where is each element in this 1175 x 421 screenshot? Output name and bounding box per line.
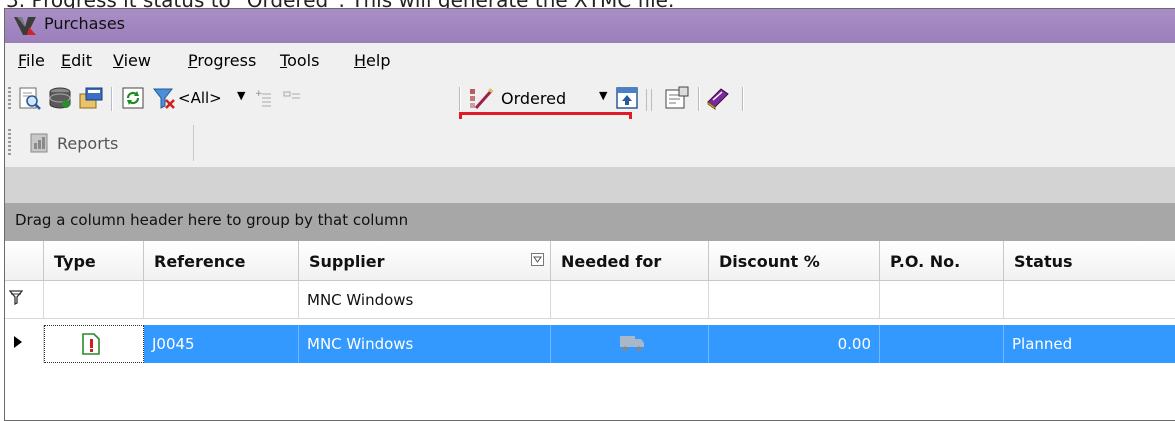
toolbar-separator (111, 87, 112, 111)
filter-supplier[interactable]: MNC Windows (299, 281, 551, 319)
refresh-icon[interactable] (121, 86, 145, 110)
column-header-discount[interactable]: Discount % (709, 241, 880, 281)
print-preview-icon[interactable] (18, 86, 42, 110)
menu-progress[interactable]: Progress (188, 51, 256, 70)
table-row-type-cell[interactable] (44, 325, 144, 363)
purchases-grid: Type Reference Supplier Needed for Disco… (5, 241, 1175, 420)
reports-button[interactable]: Reports (21, 125, 194, 161)
properties-icon[interactable] (664, 86, 690, 110)
filter-row-indicator (5, 281, 44, 319)
notes-book-icon[interactable] (705, 86, 731, 110)
document-icon (82, 333, 100, 355)
table-row-reference[interactable]: J0045 (144, 325, 299, 363)
filter-discount[interactable] (709, 281, 880, 319)
row-indicator-header (5, 241, 44, 281)
toolbar-grip[interactable] (8, 87, 11, 111)
group-by-hint: Drag a column header here to group by th… (15, 211, 409, 229)
filter-type[interactable] (44, 281, 144, 319)
filter-dropdown-arrow-icon[interactable]: ▼ (237, 89, 245, 102)
window-title: Purchases (44, 14, 125, 33)
toolbar-separator (459, 87, 460, 111)
column-header-po-no[interactable]: P.O. No. (880, 241, 1004, 281)
menu-bar: File Edit View Progress Tools Help (5, 43, 1175, 77)
filter-needed-for[interactable] (551, 281, 709, 319)
table-row-status[interactable]: Planned (1004, 325, 1175, 363)
reports-label: Reports (57, 134, 119, 153)
toolbar-grip[interactable] (8, 129, 11, 155)
purchases-window: Purchases File Edit View Progress Tools … (4, 8, 1175, 421)
filter-selector[interactable]: <All> (178, 89, 222, 107)
menu-view[interactable]: View (113, 51, 151, 70)
toolbar-separator (646, 89, 647, 111)
filter-status[interactable] (1004, 281, 1175, 319)
column-header-reference[interactable]: Reference (144, 241, 299, 281)
group-by-panel[interactable]: Drag a column header here to group by th… (5, 203, 1175, 241)
reports-toolbar: Reports (5, 119, 1175, 167)
filter-reference[interactable] (144, 281, 299, 319)
truck-icon (620, 336, 644, 352)
column-header-supplier[interactable]: Supplier (299, 241, 551, 281)
table-row-po-no[interactable] (880, 325, 1004, 363)
row-indicator[interactable] (5, 325, 44, 363)
export-icon[interactable] (78, 86, 104, 110)
clear-filter-icon[interactable] (152, 86, 176, 110)
column-filter-icon[interactable] (531, 253, 544, 266)
column-header-type[interactable]: Type (44, 241, 144, 281)
filter-po-no[interactable] (880, 281, 1004, 319)
menu-tools[interactable]: Tools (280, 51, 319, 70)
column-header-supplier-label: Supplier (309, 252, 385, 271)
progress-status-selector[interactable]: Ordered (501, 89, 566, 108)
table-row-needed-for[interactable] (551, 325, 709, 363)
current-row-arrow-icon (14, 336, 22, 348)
toolbar-separator (698, 87, 699, 111)
menu-file[interactable]: File (18, 51, 45, 70)
toolbar-divider-area (5, 167, 1175, 203)
svg-text:+: + (255, 89, 263, 99)
toolbar-separator (742, 87, 743, 111)
title-bar: Purchases (5, 9, 1175, 43)
menu-help[interactable]: Help (354, 51, 390, 70)
app-logo-icon (14, 17, 36, 35)
menu-edit[interactable]: Edit (61, 51, 92, 70)
progress-status-icon[interactable] (468, 86, 494, 110)
database-icon[interactable] (47, 86, 73, 110)
status-dropdown-arrow-icon[interactable]: ▼ (599, 89, 607, 102)
table-row-supplier[interactable]: MNC Windows (299, 325, 551, 363)
column-header-status[interactable]: Status (1004, 241, 1175, 281)
reports-icon (30, 133, 48, 153)
calendar-view-icon[interactable] (615, 86, 639, 110)
filter-row-icon (8, 290, 24, 306)
toolbar-separator (651, 89, 652, 111)
expand-rows-icon[interactable]: + (254, 86, 272, 110)
table-row-discount[interactable]: 0.00 (709, 325, 880, 363)
column-header-needed-for[interactable]: Needed for (551, 241, 709, 281)
collapse-rows-icon[interactable] (283, 86, 301, 110)
